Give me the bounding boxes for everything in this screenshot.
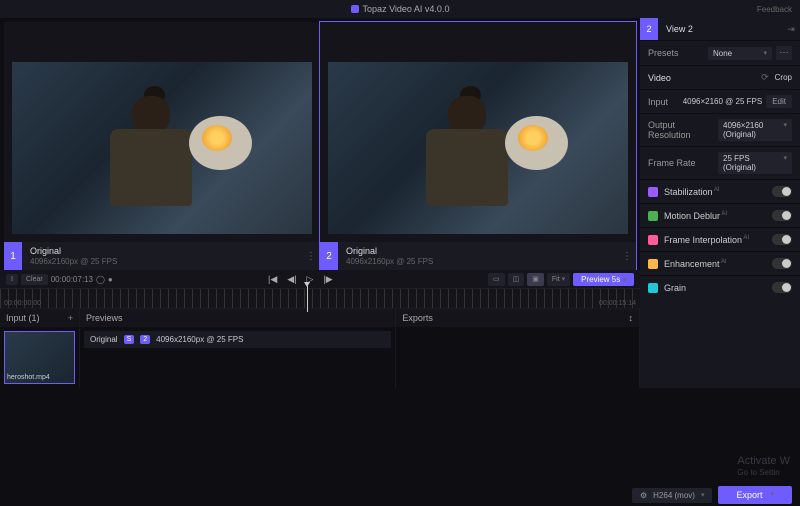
reload-icon[interactable]: ⟳	[761, 72, 769, 83]
stabilization-icon	[648, 187, 658, 197]
step-back-icon[interactable]: ◀|	[287, 274, 296, 285]
timeline-ruler[interactable]: 00:00:00:00 00:00:15:14	[0, 288, 640, 308]
collapse-sidebar-icon[interactable]: ⇥	[782, 24, 800, 35]
exports-label: Exports	[402, 313, 433, 323]
view-2[interactable]: 2 Original 4096x2160px @ 25 FPS ⋮	[320, 22, 636, 270]
deblur-icon	[648, 211, 658, 221]
enh-grain[interactable]: Grain	[640, 275, 800, 299]
enhancement-icon	[648, 259, 658, 269]
view-1-canvas	[12, 62, 312, 234]
grain-toggle[interactable]	[772, 282, 792, 293]
app-logo-icon	[351, 5, 359, 13]
input-thumbnail[interactable]: heroshot.mp4	[4, 331, 75, 384]
clear-button[interactable]: Clear	[21, 274, 48, 285]
enh-frame-interpolation[interactable]: Frame Interpolation AI	[640, 227, 800, 251]
ruler-end-time: 00:00:15:14	[599, 300, 636, 307]
marker-dot-icon[interactable]: ◯	[96, 275, 105, 284]
exports-panel: Exports ↕	[396, 309, 640, 388]
output-res-select[interactable]: 4096×2160 (Original)▾	[718, 119, 792, 141]
timeline-toolbar: I Clear 00:00:07:13 ◯ ● |◀ ◀| ▷ |▶ ▭ ◫ ▣…	[0, 270, 640, 288]
codec-select[interactable]: ⚙ H264 (mov) ▾	[632, 488, 712, 503]
video-section-label: Video	[648, 73, 671, 83]
trim-button[interactable]: I	[6, 274, 18, 285]
export-button[interactable]: Export▾	[718, 486, 792, 504]
deblur-toggle[interactable]	[772, 210, 792, 221]
framerate-label: Frame Rate	[648, 158, 712, 168]
stabilization-toggle[interactable]	[772, 186, 792, 197]
fit-select[interactable]: Fit ▾	[547, 273, 570, 286]
layout-a-icon[interactable]: ▭	[488, 273, 505, 286]
skip-back-icon[interactable]: |◀	[268, 274, 277, 285]
footer-bar: ⚙ H264 (mov) ▾ Export▾	[624, 484, 800, 506]
feedback-link[interactable]: Feedback	[757, 5, 792, 14]
view-1-name: Original	[30, 246, 302, 256]
preview-item-meta: 4096x2160px @ 25 FPS	[156, 335, 243, 344]
preview-item-name: Original	[90, 335, 118, 344]
view-2-number: 2	[320, 242, 338, 270]
input-res-label: Input	[648, 97, 683, 107]
input-res-value: 4096×2160 @ 25 FPS	[683, 97, 763, 106]
view-2-meta: 4096x2160px @ 25 FPS	[346, 257, 618, 266]
view-2-menu-icon[interactable]: ⋮	[618, 251, 636, 262]
presets-more-icon[interactable]: ⋯	[776, 46, 792, 60]
playhead[interactable]	[307, 286, 308, 312]
presets-label: Presets	[648, 48, 702, 58]
settings-sidebar: 2 View 2 ⇥ Presets None▾ ⋯ Video ⟳ Crop …	[640, 18, 800, 388]
framerate-select[interactable]: 25 FPS (Original)▾	[718, 152, 792, 174]
edit-input-button[interactable]: Edit	[766, 95, 792, 108]
view-1-number: 1	[4, 242, 22, 270]
input-panel-label: Input (1)	[6, 313, 40, 323]
preview-row[interactable]: Original S 2 4096x2160px @ 25 FPS	[84, 331, 391, 348]
presets-select[interactable]: None▾	[708, 47, 772, 60]
view-2-canvas	[328, 62, 628, 234]
interpolation-icon	[648, 235, 658, 245]
grain-icon	[648, 283, 658, 293]
preview-badge-2: 2	[140, 335, 150, 344]
sidebar-title: View 2	[658, 24, 782, 34]
timecode-display: 00:00:07:13	[51, 275, 93, 284]
enhancement-toggle[interactable]	[772, 258, 792, 269]
view-1-meta: 4096x2160px @ 25 FPS	[30, 257, 302, 266]
previews-label: Previews	[86, 313, 123, 323]
app-title: Topaz Video AI v4.0.0	[363, 4, 450, 14]
preview-button[interactable]: Preview 5s ▾	[573, 273, 634, 286]
exports-sort-icon[interactable]: ↕	[629, 313, 634, 323]
view-1[interactable]: 1 Original 4096x2160px @ 25 FPS ⋮	[4, 22, 320, 270]
interpolation-toggle[interactable]	[772, 234, 792, 245]
enh-motion-deblur[interactable]: Motion Deblur AI	[640, 203, 800, 227]
gear-icon: ⚙	[640, 491, 647, 500]
preview-badge-s: S	[124, 335, 135, 344]
view-1-menu-icon[interactable]: ⋮	[302, 251, 320, 262]
previews-panel: Previews Original S 2 4096x2160px @ 25 F…	[80, 309, 396, 388]
output-res-label: Output Resolution	[648, 120, 712, 140]
crop-button[interactable]: Crop	[775, 73, 792, 82]
sidebar-view-number: 2	[640, 18, 658, 40]
layout-c-icon[interactable]: ▣	[527, 273, 544, 286]
marker-fill-icon[interactable]: ●	[108, 275, 113, 284]
windows-watermark: Activate W Go to Settin	[737, 455, 790, 478]
step-forward-icon[interactable]: |▶	[323, 274, 332, 285]
view-2-name: Original	[346, 246, 618, 256]
layout-b-icon[interactable]: ◫	[508, 273, 525, 286]
input-filename: heroshot.mp4	[7, 374, 50, 381]
input-panel: Input (1) + heroshot.mp4	[0, 309, 80, 388]
titlebar: Topaz Video AI v4.0.0 Feedback	[0, 0, 800, 18]
add-input-icon[interactable]: +	[68, 313, 73, 323]
enh-enhancement[interactable]: Enhancement AI	[640, 251, 800, 275]
enh-stabilization[interactable]: Stabilization AI	[640, 179, 800, 203]
ruler-start-time: 00:00:00:00	[4, 300, 41, 307]
